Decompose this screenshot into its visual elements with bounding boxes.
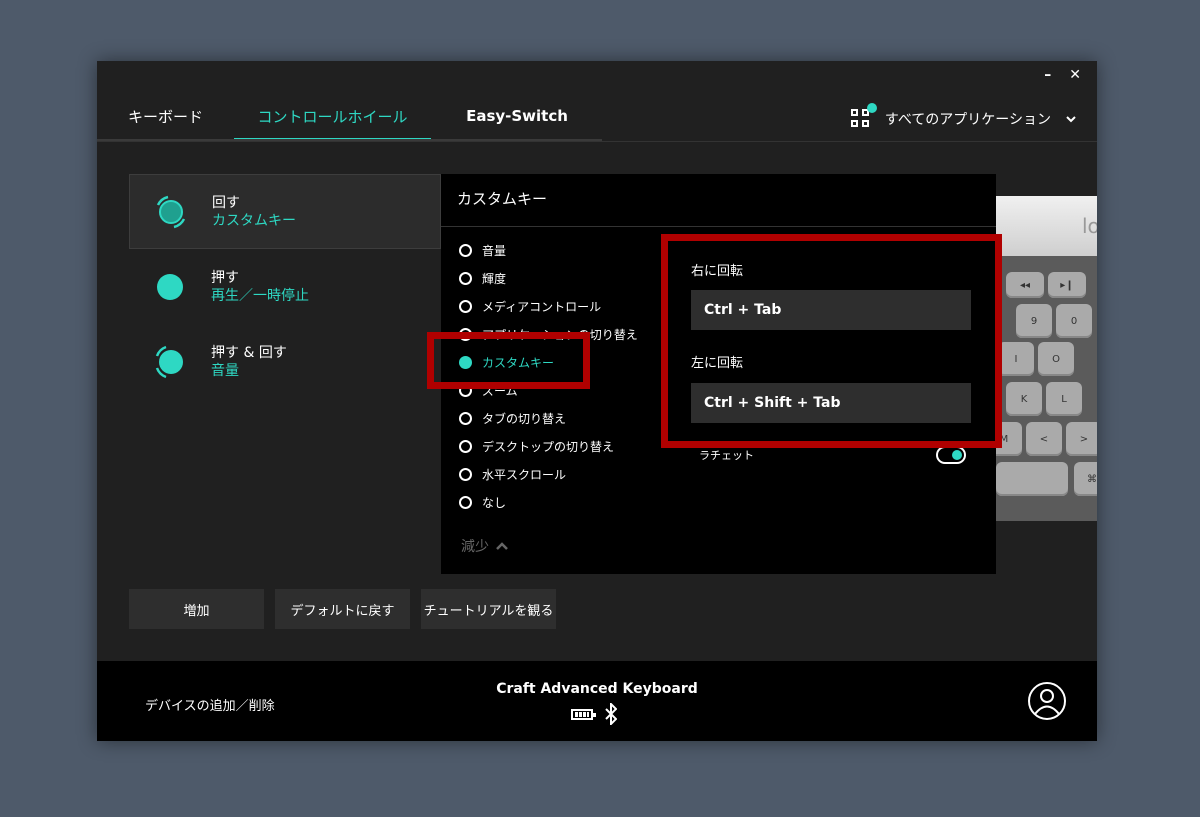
option-label: 音量 <box>482 243 507 258</box>
radio-icon <box>459 439 472 453</box>
bluetooth-icon <box>605 703 617 725</box>
logitech-logo: lo <box>1082 214 1097 238</box>
option-label: なし <box>482 495 507 510</box>
key: O <box>1038 342 1074 376</box>
option-label: 輝度 <box>482 271 507 286</box>
tab-keyboard[interactable]: キーボード <box>97 91 234 141</box>
option-brightness[interactable]: 輝度 <box>459 268 506 288</box>
app-selector-label: すべてのアプリケーション <box>884 112 1051 128</box>
close-button[interactable]: ✕ <box>1069 67 1081 83</box>
radio-icon <box>459 411 472 425</box>
action-item-rotate[interactable]: 回す カスタムキー <box>129 174 441 249</box>
key: < <box>1026 422 1062 456</box>
option-horizontal-scroll[interactable]: 水平スクロール <box>459 464 566 484</box>
media-play-key: ▸❙ <box>1048 272 1086 298</box>
chevron-down-icon <box>1066 116 1076 123</box>
battery-icon <box>571 708 596 720</box>
key: K <box>1006 382 1042 416</box>
action-item-press-rotate[interactable]: 押す & 回す 音量 <box>129 324 441 399</box>
action-title: 回す <box>212 194 240 211</box>
option-label: 水平スクロール <box>482 467 567 482</box>
device-name: Craft Advanced Keyboard <box>496 681 698 697</box>
keyboard-image: lo ◂◂ ▸❙ 9 0 I O K L M < > ⌘ <box>996 196 1097 521</box>
options-window: – ✕ キーボード コントロールホイール Easy-Switch すべてのアプリ… <box>97 61 1097 741</box>
panel-title: カスタムキー <box>457 190 548 208</box>
action-value: カスタムキー <box>212 212 296 229</box>
press-wheel-icon <box>151 268 189 306</box>
app-selector[interactable]: すべてのアプリケーション <box>850 101 1077 137</box>
action-title: 押す & 回す <box>211 344 287 361</box>
panel-divider <box>441 226 996 227</box>
space-key <box>996 462 1068 496</box>
app-grid-icon <box>850 103 877 129</box>
toggle-knob <box>952 450 962 460</box>
key: I <box>998 342 1034 376</box>
key: L <box>1046 382 1082 416</box>
chevron-up-icon <box>496 542 508 550</box>
option-volume[interactable]: 音量 <box>459 240 506 260</box>
ratchet-toggle[interactable] <box>936 446 966 464</box>
account-icon[interactable] <box>1027 681 1067 721</box>
radio-icon <box>459 467 472 481</box>
add-button[interactable]: 増加 <box>129 589 264 629</box>
device-status <box>571 703 617 725</box>
add-remove-device-link[interactable]: デバイスの追加／削除 <box>145 695 275 714</box>
press-rotate-wheel-icon <box>151 343 189 381</box>
highlight-box-custom-key <box>427 332 590 389</box>
reset-default-button[interactable]: デフォルトに戻す <box>275 589 410 629</box>
action-title: 押す <box>211 269 239 286</box>
option-none[interactable]: なし <box>459 492 506 512</box>
show-less-label: 減少 <box>461 539 489 555</box>
option-tab-switch[interactable]: タブの切り替え <box>459 408 566 428</box>
action-value: 音量 <box>211 362 239 379</box>
radio-icon <box>459 243 472 257</box>
tab-control-wheel[interactable]: コントロールホイール <box>234 91 431 141</box>
radio-icon <box>459 271 472 285</box>
action-value: 再生／一時停止 <box>211 287 309 304</box>
option-desktop-switch[interactable]: デスクトップの切り替え <box>459 436 614 456</box>
key: > <box>1066 422 1097 456</box>
rotate-wheel-icon <box>152 193 190 231</box>
media-prev-key: ◂◂ <box>1006 272 1044 298</box>
radio-icon <box>459 299 472 313</box>
header-divider <box>97 141 1097 142</box>
option-media-control[interactable]: メディアコントロール <box>459 296 601 316</box>
option-label: メディアコントロール <box>482 299 602 314</box>
show-less-button[interactable]: 減少 <box>461 536 509 556</box>
key: 0 <box>1056 304 1092 338</box>
key: ⌘ <box>1074 462 1097 496</box>
option-label: デスクトップの切り替え <box>482 439 615 454</box>
footer-bar: デバイスの追加／削除 Craft Advanced Keyboard <box>97 661 1097 741</box>
window-controls: – ✕ <box>1044 67 1081 83</box>
option-label: タブの切り替え <box>482 411 567 426</box>
watch-tutorial-button[interactable]: チュートリアルを観る <box>421 589 556 629</box>
minimize-button[interactable]: – <box>1044 67 1051 83</box>
radio-icon <box>459 495 472 509</box>
key: 9 <box>1016 304 1052 338</box>
action-item-press[interactable]: 押す 再生／一時停止 <box>129 249 441 324</box>
highlight-box-shortcuts <box>661 234 1002 448</box>
ratchet-label: ラチェット <box>699 449 754 462</box>
wheel-actions-list: 回す カスタムキー 押す 再生／一時停止 押す & 回す 音量 <box>129 174 441 399</box>
tab-easy-switch[interactable]: Easy-Switch <box>431 91 603 141</box>
